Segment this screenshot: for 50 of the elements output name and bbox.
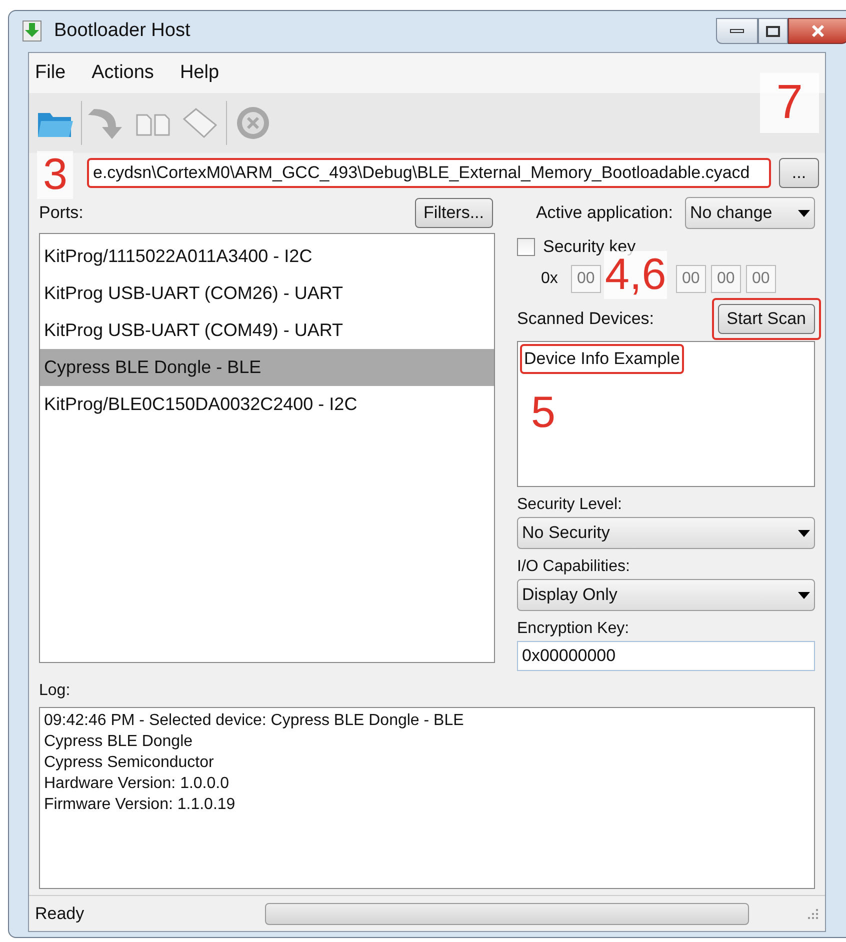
log-line: Cypress Semiconductor [44,753,215,773]
log-line: Firmware Version: 1.1.0.19 [44,795,236,815]
callout-number: 3 [37,151,74,199]
file-path-field[interactable]: e.cydsn\CortexM0\ARM_GCC_493\Debug\BLE_External_Memory_Bootloadable.cyacd [87,158,771,188]
menu-item[interactable]: File [35,58,66,88]
port-item[interactable]: KitProg/BLE0C150DA0032C2400 - I2C [40,386,494,423]
callout-number: 5 [531,391,556,435]
status-text: Ready [35,902,86,925]
log-label: Log: [39,682,70,699]
key-byte-field[interactable]: 00 [570,265,601,293]
log-line: 09:42:46 PM - Selected device: Cypress BLE Dongle - BLE [44,711,465,731]
filters-button[interactable]: Filters... [414,198,493,228]
maximize-button[interactable] [758,18,788,44]
log-line: Cypress BLE Dongle [44,732,194,752]
close-icon [811,25,825,37]
key-byte-field[interactable]: 00 [676,265,706,293]
key-byte-field[interactable]: 00 [710,265,741,293]
io-capabilities-label: I/O Capabilities: [517,557,631,577]
scanned-devices-label: Scanned Devices: [517,308,654,330]
dropdown-arrow-icon [798,210,810,216]
browse-button[interactable]: ... [779,158,819,188]
hex-prefix: 0x [541,269,558,289]
log-line: Hardware Version: 1.0.0.0 [44,774,230,794]
app-icon [22,20,42,42]
ports-label: Ports: [39,202,84,224]
callout-number: 7 [760,73,819,133]
resize-grip-icon [807,908,819,920]
active-application-label: Active application: [536,202,673,224]
close-button[interactable] [788,18,846,44]
device-item[interactable]: Device Info Example [520,344,684,374]
encryption-key-label: Encryption Key: [517,619,630,639]
dropdown-arrow-icon [798,530,810,536]
active-application-dropdown[interactable]: No change [685,197,815,229]
window-title: Bootloader Host [54,18,190,43]
minimize-button[interactable] [716,18,758,44]
start-scan-button[interactable]: Start Scan [718,304,815,334]
menu-item[interactable]: Help [180,58,220,88]
security-key-checkbox[interactable] [517,238,535,256]
security-level-dropdown[interactable]: No Security [517,517,815,549]
port-item[interactable]: KitProg USB-UART (COM49) - UART [40,312,494,349]
security-level-label: Security Level: [517,495,623,515]
encryption-key-field[interactable]: 0x00000000 [517,641,815,671]
callout-number: 4,6 [604,251,668,299]
io-capabilities-dropdown[interactable]: Display Only [517,579,815,611]
port-item[interactable]: KitProg USB-UART (COM26) - UART [40,275,494,312]
menu-item[interactable]: Actions [92,58,154,88]
port-item[interactable]: Cypress BLE Dongle - BLE [40,349,494,386]
key-byte-field[interactable]: 00 [746,265,776,293]
port-item[interactable]: KitProg/1115022A011A3400 - I2C [40,238,494,275]
dropdown-arrow-icon [798,592,810,598]
